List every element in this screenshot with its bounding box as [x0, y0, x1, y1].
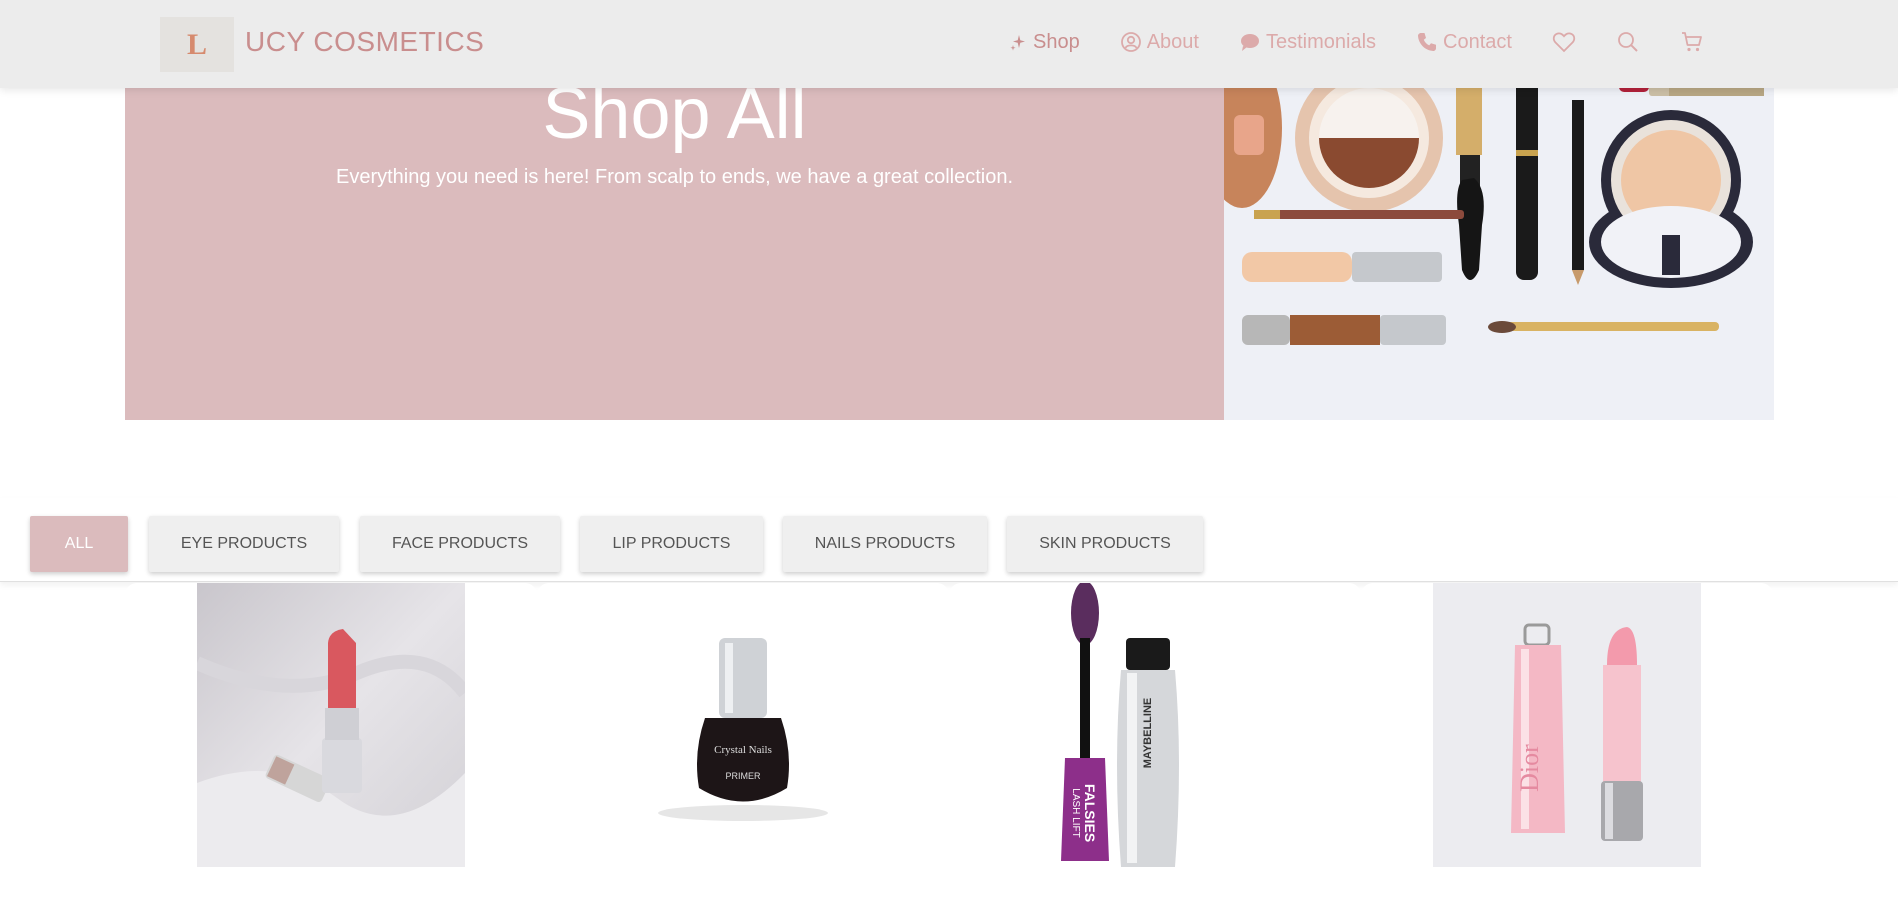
filter-lip-products[interactable]: LIP PRODUCTS	[580, 516, 763, 572]
lipstick-image[interactable]	[197, 583, 465, 867]
mascara-image[interactable]: FALSIES LASH LIFT MAYBELLINE	[1021, 583, 1289, 867]
category-filter-bar: ALL EYE PRODUCTS FACE PRODUCTS LIP PRODU…	[0, 498, 1898, 582]
main-nav: Shop About Testimonials Contact	[1008, 30, 1744, 54]
filter-face-products[interactable]: FACE PRODUCTS	[360, 516, 560, 572]
hero-banner: Shop All Everything you need is here! Fr…	[125, 60, 1774, 420]
filter-all[interactable]: ALL	[30, 516, 128, 572]
primer-brand-text: Crystal Nails	[714, 744, 772, 756]
chat-bubble-icon	[1240, 34, 1259, 51]
filter-skin-products[interactable]: SKIN PRODUCTS	[1007, 516, 1203, 572]
product-card[interactable]	[125, 583, 537, 902]
nav-testimonials[interactable]: Testimonials	[1239, 31, 1376, 54]
heart-icon	[1552, 32, 1576, 53]
lip-glow-image[interactable]: Dior	[1433, 583, 1701, 867]
nav-shop[interactable]: Shop	[1008, 31, 1080, 54]
filter-nails-products[interactable]: NAILS PRODUCTS	[783, 516, 987, 572]
cart-icon	[1681, 32, 1702, 52]
wishlist-button[interactable]	[1552, 31, 1576, 53]
search-icon	[1618, 32, 1638, 52]
lip-glow-brand-text: Dior	[1515, 744, 1544, 792]
brand-name[interactable]: UCY COSMETICS	[245, 26, 484, 58]
nav-about[interactable]: About	[1120, 31, 1199, 54]
mascara-text-1: FALSIES	[1082, 784, 1098, 842]
search-button[interactable]	[1616, 30, 1640, 54]
primer-label-text: PRIMER	[725, 771, 761, 781]
product-grid: Crystal Nails PRIMER FALSIES LASH LIFT M…	[125, 583, 1774, 902]
user-circle-icon	[1120, 32, 1141, 52]
nav-about-label: About	[1146, 30, 1199, 53]
hero-title: Shop All	[542, 74, 807, 154]
makeup-flatlay-image	[1224, 60, 1774, 420]
logo-letter: L	[186, 27, 207, 61]
nav-contact[interactable]: Contact	[1416, 31, 1512, 54]
mascara-brand-text: MAYBELLINE	[1142, 698, 1154, 769]
mascara-text-2: LASH LIFT	[1070, 788, 1081, 837]
nail-primer-image[interactable]: Crystal Nails PRIMER	[609, 583, 877, 867]
site-header: L UCY COSMETICS Shop About Testimonials	[0, 0, 1898, 88]
hero-text-panel: Shop All Everything you need is here! Fr…	[125, 60, 1224, 420]
product-card[interactable]: Dior	[1361, 583, 1773, 902]
sparkle-icon	[1010, 35, 1025, 51]
nav-shop-label: Shop	[1033, 30, 1080, 53]
nav-testimonials-label: Testimonials	[1265, 30, 1377, 53]
phone-icon	[1418, 33, 1437, 51]
logo[interactable]: L	[160, 17, 234, 72]
product-card[interactable]: FALSIES LASH LIFT MAYBELLINE	[949, 583, 1361, 902]
filter-eye-products[interactable]: EYE PRODUCTS	[149, 516, 339, 572]
cart-button[interactable]	[1680, 30, 1704, 54]
hero-subtitle: Everything you need is here! From scalp …	[335, 166, 1014, 188]
product-card[interactable]: Crystal Nails PRIMER	[537, 583, 949, 902]
nav-contact-label: Contact	[1443, 30, 1512, 53]
